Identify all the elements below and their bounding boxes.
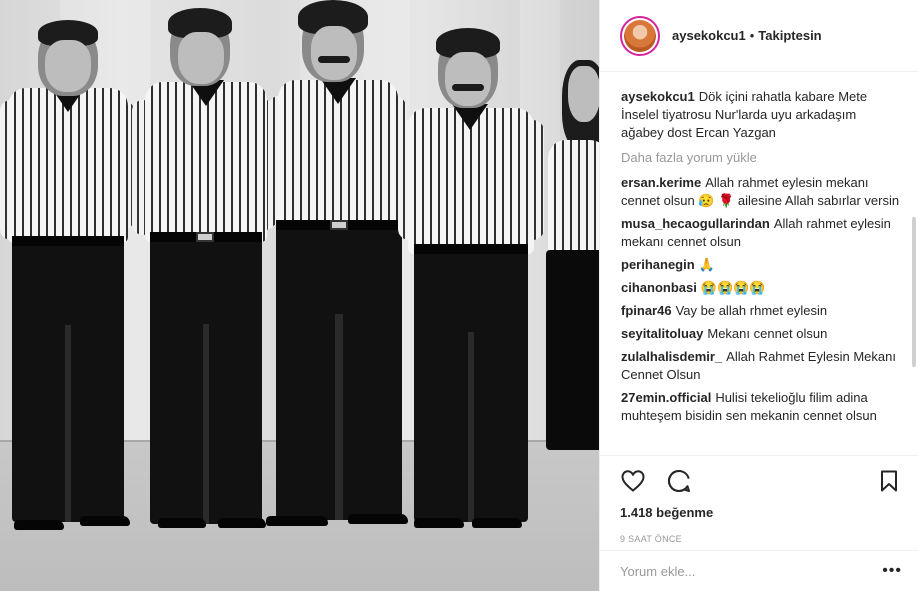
follow-status-button[interactable]: Takiptesin bbox=[758, 28, 821, 43]
post-actions: 1.418 beğenme 9 SAAT ÖNCE bbox=[600, 455, 918, 544]
header-separator: • bbox=[749, 28, 755, 43]
comment-username[interactable]: 27emin.official bbox=[621, 390, 711, 405]
comments-list[interactable]: aysekokcu1 Dök içini rahatla kabare Mete … bbox=[600, 72, 918, 455]
comment-username[interactable]: ersan.kerime bbox=[621, 175, 701, 190]
comment-text: Mekanı cennet olsun bbox=[707, 326, 828, 341]
comment-item: cihanonbasi 😭😭😭😭 bbox=[621, 279, 902, 297]
action-row bbox=[620, 466, 902, 496]
likes-count[interactable]: 1.418 beğenme bbox=[620, 505, 902, 520]
comment-username[interactable]: perihanegin bbox=[621, 257, 695, 272]
post-side-panel: aysekokcu1 • Takiptesin aysekokcu1 Dök için… bbox=[599, 0, 918, 591]
comment-username[interactable]: aysekokcu1 bbox=[621, 89, 695, 104]
heart-icon[interactable] bbox=[620, 468, 646, 494]
comment-text: Vay be allah rhmet eylesin bbox=[675, 303, 828, 318]
header-text: aysekokcu1 • Takiptesin bbox=[672, 28, 822, 43]
comment-item: musa_hecaogullarindan Allah rahmet eylesi… bbox=[621, 215, 902, 251]
bookmark-icon[interactable] bbox=[876, 468, 902, 494]
add-comment-input[interactable] bbox=[620, 563, 883, 579]
comment-item: perihanegin 🙏 bbox=[621, 256, 902, 274]
comment-username[interactable]: fpinar46 bbox=[621, 303, 672, 318]
comments-scrollbar[interactable] bbox=[912, 217, 916, 367]
comment-icon[interactable] bbox=[666, 468, 692, 494]
comment-username[interactable]: musa_hecaogullarindan bbox=[621, 216, 770, 231]
add-comment-bar: ••• bbox=[600, 550, 918, 591]
post-photo[interactable] bbox=[0, 0, 599, 591]
comment-text: 😭😭😭😭 bbox=[700, 280, 766, 295]
comment-item: seyitalitoluay Mekanı cennet olsun bbox=[621, 325, 902, 343]
comment-item: fpinar46 Vay be allah rhmet eylesin bbox=[621, 302, 902, 320]
caption-comment: aysekokcu1 Dök içini rahatla kabare Mete … bbox=[621, 88, 902, 142]
avatar[interactable] bbox=[620, 15, 660, 56]
more-options-icon[interactable]: ••• bbox=[882, 562, 902, 580]
instagram-post: aysekokcu1 • Takiptesin aysekokcu1 Dök için… bbox=[0, 0, 918, 591]
load-more-comments-button[interactable]: Daha fazla yorum yükle bbox=[621, 150, 902, 165]
comment-username[interactable]: seyitalitoluay bbox=[621, 326, 703, 341]
comment-item: zulalhalisdemir_ Allah Rahmet Eylesin Mek… bbox=[621, 348, 902, 384]
comment-item: ersan.kerime Allah rahmet eylesin mekanı … bbox=[621, 174, 902, 210]
post-header: aysekokcu1 • Takiptesin bbox=[600, 0, 918, 72]
comment-text: 🙏 bbox=[698, 257, 715, 272]
comment-username[interactable]: cihanonbasi bbox=[621, 280, 697, 295]
comment-item: 27emin.official Hulisi tekelioğlu filim a… bbox=[621, 389, 902, 425]
comment-username[interactable]: zulalhalisdemir_ bbox=[621, 349, 722, 364]
header-username[interactable]: aysekokcu1 bbox=[672, 28, 746, 43]
post-timestamp[interactable]: 9 SAAT ÖNCE bbox=[620, 534, 902, 544]
